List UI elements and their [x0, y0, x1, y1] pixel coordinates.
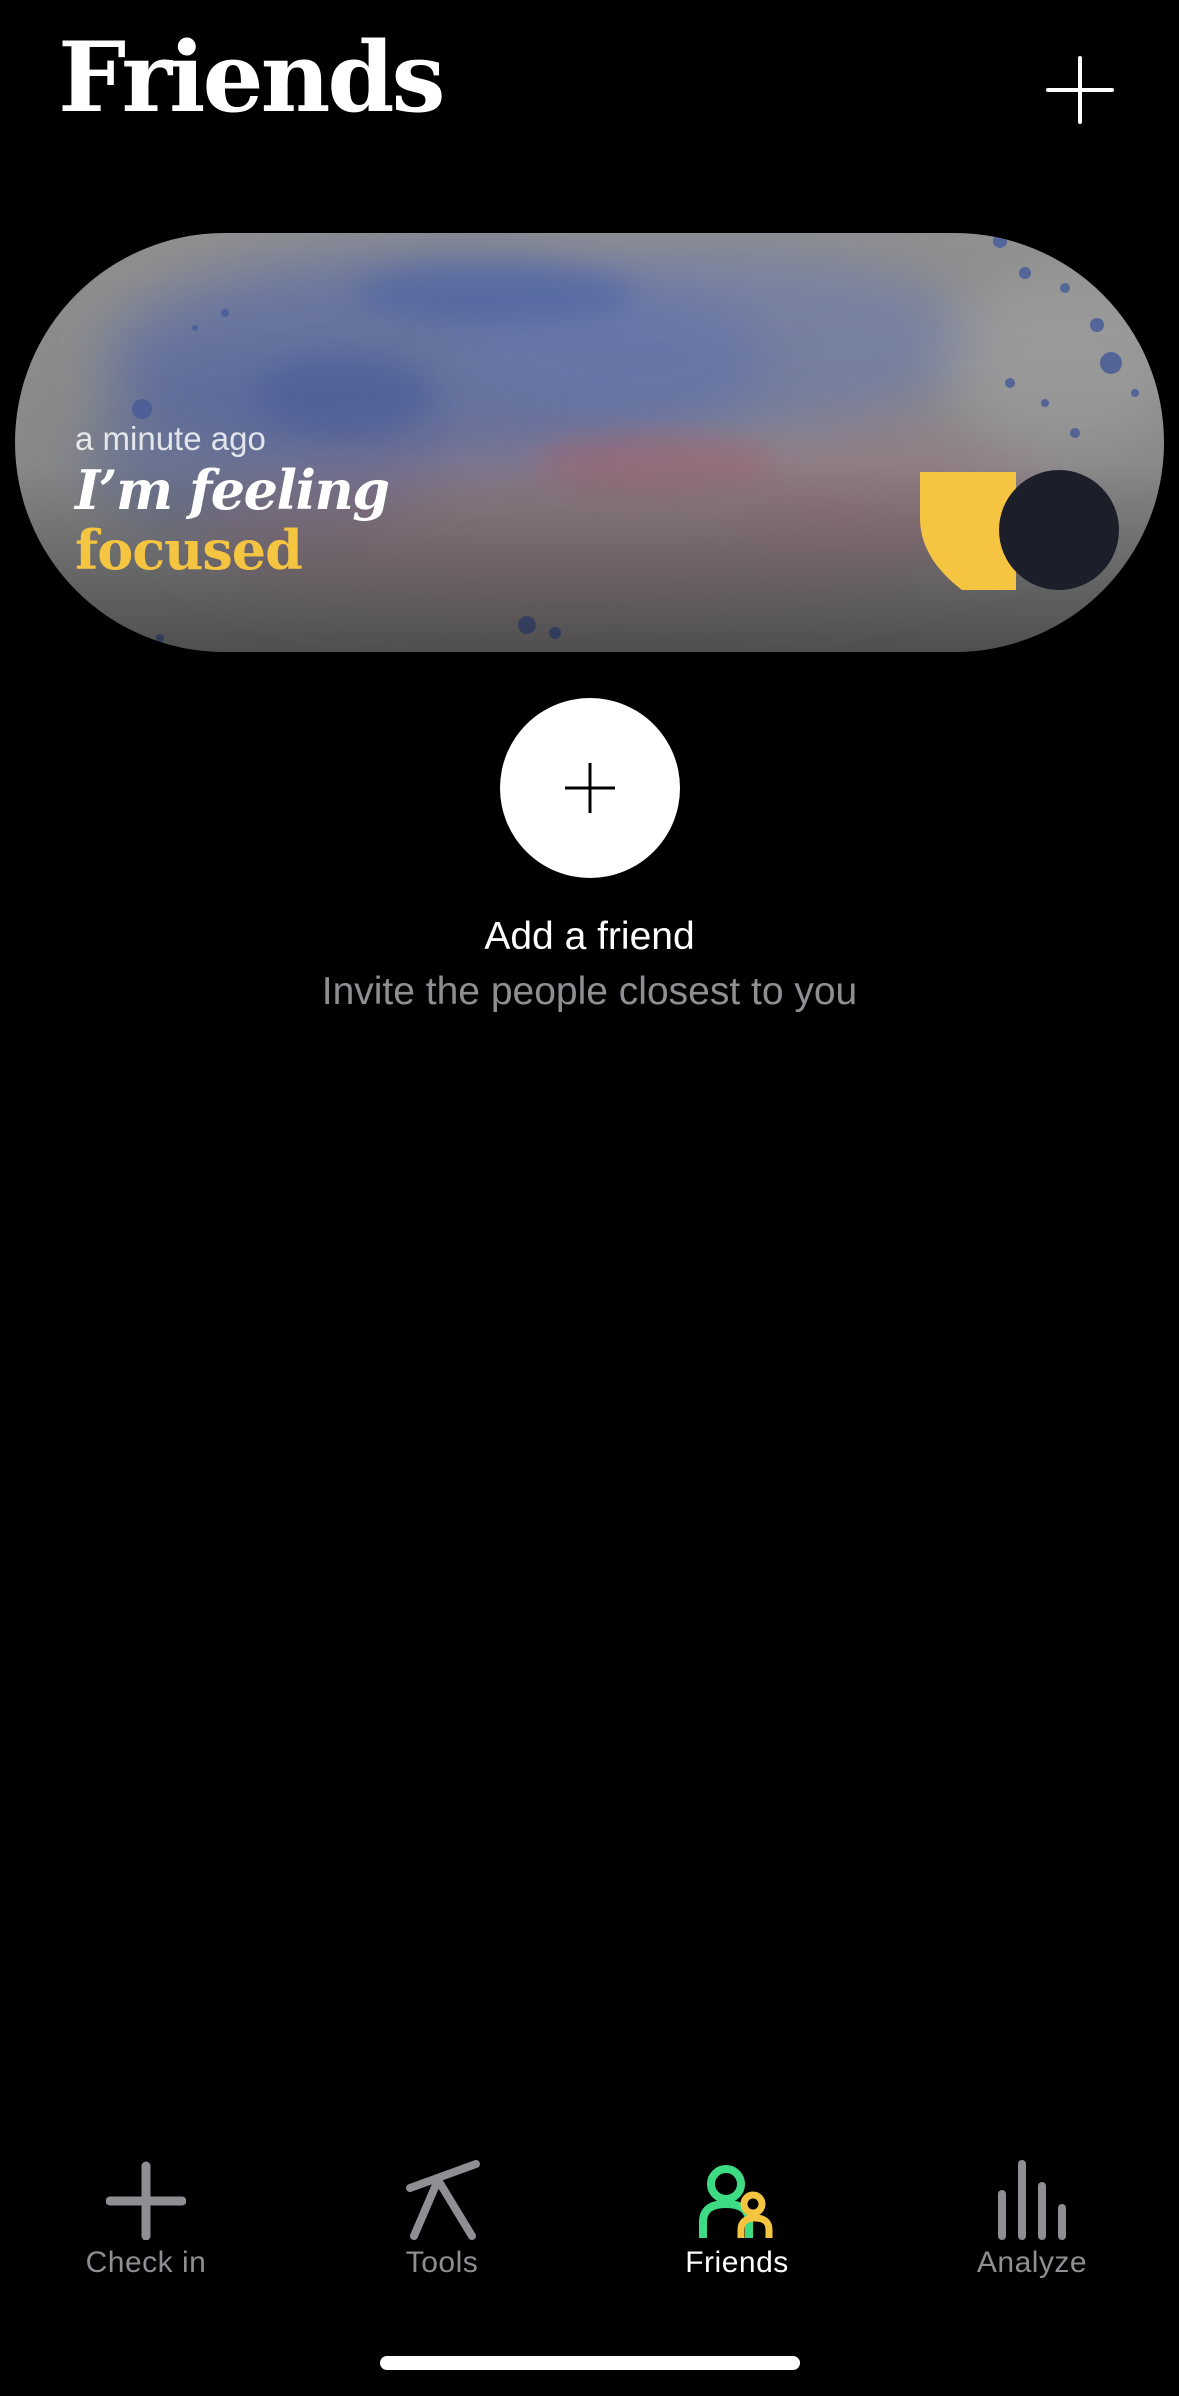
page-title: Friends — [58, 21, 446, 134]
friends-icon — [699, 2165, 773, 2238]
add-button[interactable] — [1040, 50, 1120, 130]
mood-shape-icon — [920, 470, 1119, 590]
tab-label: Friends — [685, 2246, 789, 2279]
feeling-prefix: I’m feeling — [75, 458, 390, 523]
tab-label: Check in — [85, 2246, 207, 2279]
mood-checkin-card[interactable]: a minute ago I’m feeling focused — [15, 233, 1164, 652]
bar-chart-icon — [998, 2160, 1066, 2240]
tab-label: Tools — [405, 2246, 479, 2279]
tab-check-in[interactable]: Check in — [26, 2160, 266, 2300]
plus-icon — [106, 2161, 186, 2240]
tab-tools[interactable]: Tools — [322, 2160, 562, 2300]
add-friend-title: Add a friend — [484, 915, 695, 958]
plus-icon — [565, 763, 615, 813]
home-indicator[interactable] — [380, 2356, 800, 2370]
plus-icon — [1046, 56, 1114, 124]
add-friend-subtitle: Invite the people closest to you — [321, 970, 858, 1013]
checkin-time: a minute ago — [75, 420, 266, 457]
add-friend-button[interactable] — [500, 698, 680, 878]
tools-icon — [406, 2160, 480, 2240]
tab-analyze[interactable]: Analyze — [912, 2160, 1152, 2300]
emotion-label: focused — [75, 517, 303, 582]
tab-friends[interactable]: Friends — [617, 2160, 857, 2300]
tab-label: Analyze — [976, 2246, 1088, 2279]
